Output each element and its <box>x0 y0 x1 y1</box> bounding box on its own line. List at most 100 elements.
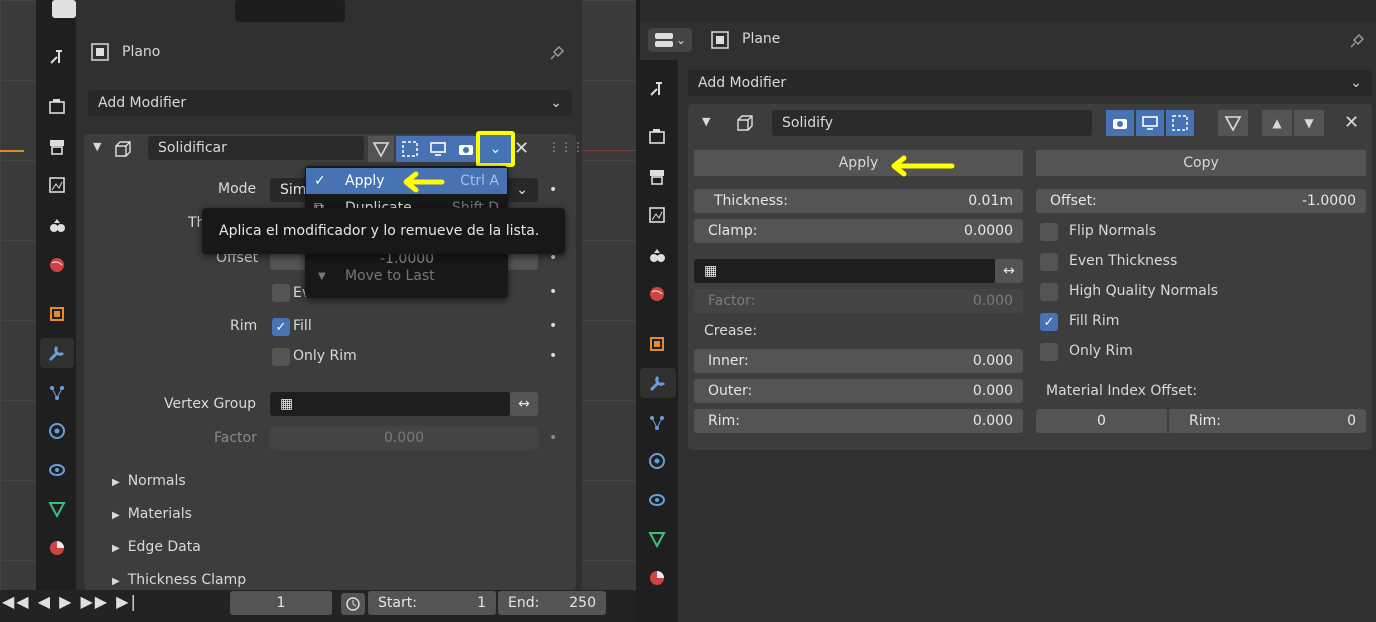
collapse-triangle-icon[interactable]: ▼ <box>702 115 710 128</box>
clock-icon[interactable] <box>341 593 365 615</box>
scene-icon[interactable] <box>644 242 670 268</box>
keyframe-dot[interactable]: • <box>549 284 557 300</box>
physics-icon[interactable] <box>644 448 670 474</box>
vertex-group-field[interactable]: ▦ <box>694 259 995 283</box>
data-icon[interactable] <box>44 496 70 522</box>
playback-controls[interactable]: ◀◀ ◀ ▶ ▶▶ ▶| <box>2 592 138 611</box>
start-frame-field[interactable]: Start: 1 <box>368 591 496 615</box>
even-thickness-label: Even Thickness <box>1069 253 1178 269</box>
viewport-display-button[interactable] <box>1136 110 1164 136</box>
crease-inner-field[interactable]: Inner: 0.000 <box>694 349 1023 373</box>
cage-button[interactable] <box>396 136 424 162</box>
fill-checkbox[interactable]: ✓ <box>272 318 290 336</box>
material-icon[interactable] <box>44 535 70 561</box>
subpanel-label: Normals <box>127 473 186 489</box>
end-frame-field[interactable]: End: 250 <box>498 591 606 615</box>
even-thickness-checkbox[interactable] <box>1040 253 1058 271</box>
close-icon[interactable]: ✕ <box>514 138 529 159</box>
particles-icon[interactable] <box>44 380 70 406</box>
copy-button[interactable]: Copy <box>1036 150 1366 176</box>
view-layer-icon[interactable] <box>44 172 70 198</box>
pin-icon[interactable] <box>1348 30 1368 50</box>
factor-field[interactable]: 0.000 <box>270 426 538 450</box>
keyframe-dot[interactable]: • <box>549 182 557 198</box>
crease-rim-field[interactable]: Rim: 0.000 <box>694 409 1023 433</box>
subpanel-edge-data[interactable]: ▶ Edge Data <box>112 539 201 555</box>
pin-icon[interactable] <box>548 42 568 62</box>
modifier-name-field[interactable]: Solidificar <box>148 136 364 160</box>
keyframe-dot[interactable]: • <box>549 430 557 446</box>
modifier-menu-button[interactable]: ⌄ <box>476 131 515 167</box>
object-icon[interactable] <box>644 331 670 357</box>
flip-normals-label: Flip Normals <box>1069 223 1157 239</box>
invert-vertex-group-button[interactable]: ↔ <box>995 259 1023 283</box>
offset-field[interactable]: Offset: -1.0000 <box>1036 189 1366 213</box>
view-layer-icon[interactable] <box>644 202 670 228</box>
particles-icon[interactable] <box>644 410 670 436</box>
modifier-name-field[interactable]: Solidify <box>772 110 1092 136</box>
world-icon[interactable] <box>644 281 670 307</box>
edit-mode-button[interactable] <box>368 136 394 162</box>
render-camera-button[interactable] <box>1106 110 1134 136</box>
move-up-button[interactable]: ▲ <box>1262 110 1292 136</box>
flip-normals-checkbox[interactable] <box>1040 223 1058 241</box>
vertex-group-icon: ▦ <box>280 396 294 412</box>
move-down-button[interactable]: ▼ <box>1294 110 1324 136</box>
rim-value: 0.000 <box>972 413 1013 429</box>
modifier-tab-icon[interactable] <box>640 368 676 398</box>
fill-rim-checkbox[interactable]: ✓ <box>1040 313 1058 331</box>
high-quality-normals-checkbox[interactable] <box>1040 283 1058 301</box>
only-rim-checkbox[interactable] <box>272 348 290 366</box>
x-axis-line <box>0 150 24 152</box>
keyframe-dot[interactable]: • <box>549 318 557 334</box>
swap-arrows-icon: ↔ <box>518 396 530 412</box>
scene-icon[interactable] <box>44 212 70 238</box>
edit-mode-button[interactable] <box>1166 110 1194 136</box>
material-rim-field[interactable]: Rim: 0 <box>1169 409 1366 433</box>
data-icon[interactable] <box>644 526 670 552</box>
even-thickness-checkbox[interactable] <box>272 284 290 302</box>
vertex-group-field[interactable]: ▦ <box>270 392 510 416</box>
cage-button[interactable] <box>1218 110 1248 136</box>
material-icon[interactable] <box>644 565 670 591</box>
add-modifier-button[interactable]: Add Modifier ⌄ <box>88 90 572 116</box>
crease-outer-field[interactable]: Outer: 0.000 <box>694 379 1023 403</box>
collapse-triangle-icon[interactable]: ▼ <box>93 140 101 153</box>
subpanel-normals[interactable]: ▶ Normals <box>112 473 186 489</box>
material-offset-field[interactable]: 0 <box>1036 409 1167 433</box>
viewport-display-button[interactable] <box>424 136 452 162</box>
output-icon[interactable] <box>644 164 670 190</box>
subpanel-thickness-clamp[interactable]: ▶ Thickness Clamp <box>112 572 246 588</box>
subpanel-materials[interactable]: ▶ Materials <box>112 506 192 522</box>
factor-field[interactable]: Factor: 0.000 <box>694 289 1023 313</box>
object-name: Plane <box>742 31 781 47</box>
modifier-name-text: Solidificar <box>158 140 227 156</box>
thickness-field[interactable]: Thickness: 0.01m <box>694 189 1023 213</box>
invert-vertex-group-button[interactable]: ↔ <box>510 392 538 416</box>
factor-label: Factor <box>214 430 257 446</box>
object-name: Plano <box>122 44 161 60</box>
chevron-down-icon: ⌄ <box>1350 75 1362 91</box>
editor-type-button[interactable]: ⌄ <box>648 28 692 52</box>
clamp-field[interactable]: Clamp: 0.0000 <box>694 219 1023 243</box>
keyframe-dot[interactable]: • <box>549 348 557 364</box>
apply-button[interactable]: Apply <box>694 150 1023 176</box>
menu-item-move-to-last[interactable]: ▼ Move to Last <box>306 264 507 288</box>
modifier-tab-icon[interactable] <box>40 338 74 368</box>
object-icon[interactable] <box>44 301 70 327</box>
fill-rim-label: Fill Rim <box>1069 313 1120 329</box>
tool-icon[interactable] <box>44 44 70 70</box>
constraints-icon[interactable] <box>644 487 670 513</box>
drag-handle-icon[interactable]: ⋮⋮⋮ <box>548 140 584 154</box>
output-icon[interactable] <box>44 134 70 160</box>
physics-icon[interactable] <box>44 418 70 444</box>
current-frame-field[interactable]: 1 <box>230 591 332 615</box>
constraints-icon[interactable] <box>44 457 70 483</box>
add-modifier-button[interactable]: Add Modifier ⌄ <box>688 70 1372 96</box>
tool-icon[interactable] <box>644 76 670 102</box>
only-rim-checkbox[interactable] <box>1040 343 1058 361</box>
render-icon[interactable] <box>644 124 670 150</box>
world-icon[interactable] <box>44 252 70 278</box>
render-icon[interactable] <box>44 94 70 120</box>
close-icon[interactable]: ✕ <box>1344 112 1359 133</box>
